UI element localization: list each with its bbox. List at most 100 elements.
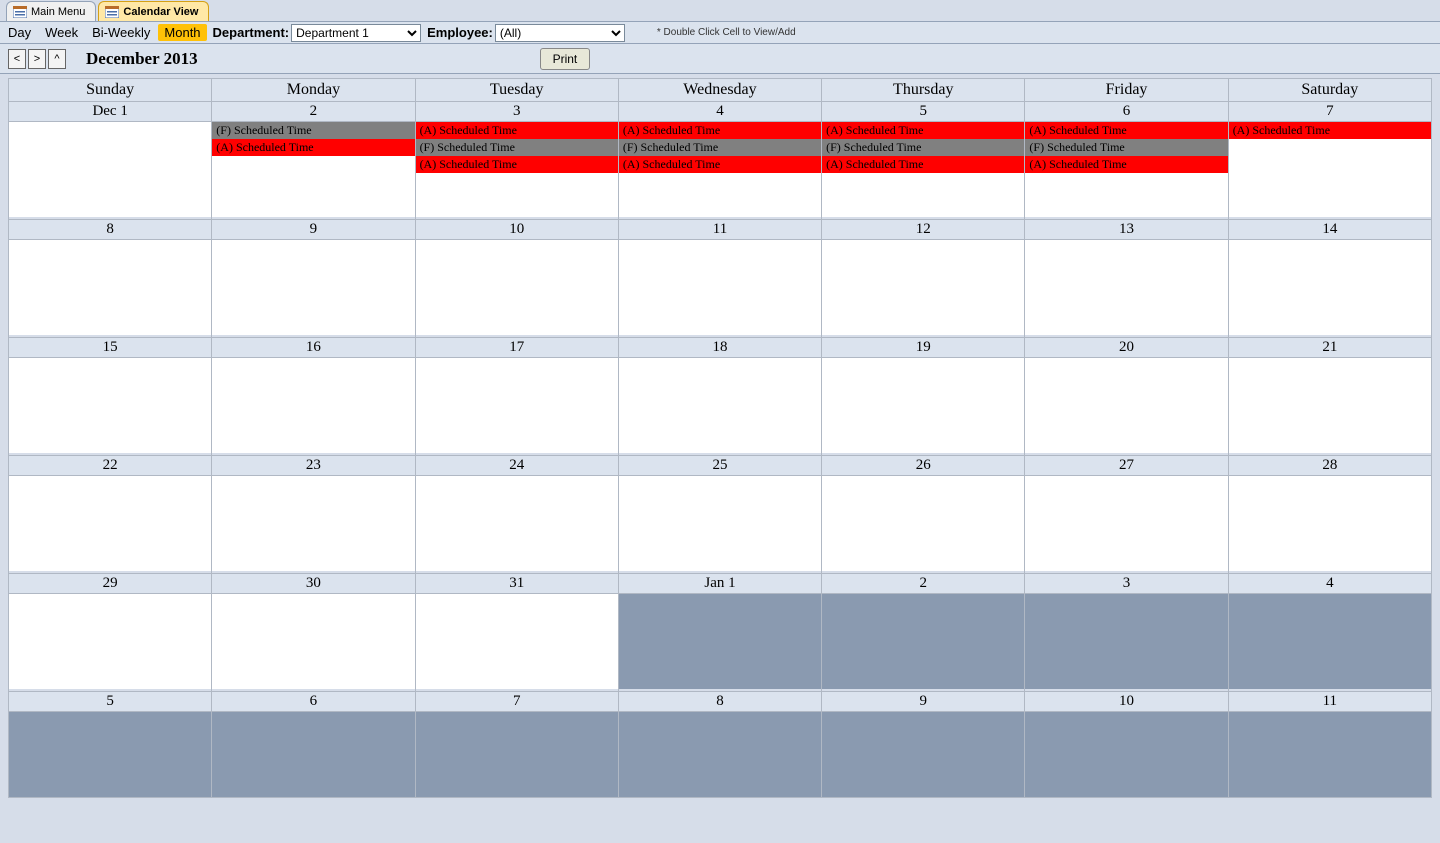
cell-body[interactable] <box>619 476 821 571</box>
calendar-cell[interactable]: 10 <box>415 220 618 338</box>
calendar-cell[interactable]: 25 <box>618 456 821 574</box>
cell-body[interactable] <box>1229 712 1431 797</box>
cell-body[interactable] <box>619 594 821 689</box>
cell-body[interactable]: (A) Scheduled Time(F) Scheduled Time(A) … <box>822 122 1024 217</box>
cell-body[interactable] <box>9 476 211 571</box>
scheduled-event[interactable]: (F) Scheduled Time <box>212 122 414 139</box>
scheduled-event[interactable]: (A) Scheduled Time <box>1025 156 1227 173</box>
cell-body[interactable] <box>9 122 211 217</box>
calendar-cell[interactable]: 6(A) Scheduled Time(F) Scheduled Time(A)… <box>1025 102 1228 220</box>
calendar-cell[interactable]: 3 <box>1025 574 1228 692</box>
calendar-cell[interactable]: 14 <box>1228 220 1431 338</box>
calendar-cell[interactable]: 11 <box>618 220 821 338</box>
scheduled-event[interactable]: (F) Scheduled Time <box>1025 139 1227 156</box>
calendar-cell[interactable]: 15 <box>9 338 212 456</box>
cell-body[interactable] <box>1025 240 1227 335</box>
calendar-cell[interactable]: 2 <box>822 574 1025 692</box>
department-select[interactable]: Department 1 <box>291 24 421 42</box>
calendar-cell[interactable]: 22 <box>9 456 212 574</box>
up-button[interactable]: ^ <box>48 49 66 69</box>
calendar-cell[interactable]: Jan 1 <box>618 574 821 692</box>
cell-body[interactable] <box>822 240 1024 335</box>
tab-calendar-view[interactable]: Calendar View <box>98 1 209 21</box>
scheduled-event[interactable]: (A) Scheduled Time <box>822 156 1024 173</box>
cell-body[interactable] <box>1229 594 1431 689</box>
cell-body[interactable]: (F) Scheduled Time(A) Scheduled Time <box>212 122 414 217</box>
calendar-cell[interactable]: 5 <box>9 692 212 798</box>
calendar-cell[interactable]: 23 <box>212 456 415 574</box>
view-month-button[interactable]: Month <box>158 24 206 41</box>
scheduled-event[interactable]: (A) Scheduled Time <box>1025 122 1227 139</box>
cell-body[interactable] <box>822 476 1024 571</box>
scheduled-event[interactable]: (F) Scheduled Time <box>416 139 618 156</box>
calendar-cell[interactable]: 8 <box>618 692 821 798</box>
cell-body[interactable] <box>212 594 414 689</box>
calendar-cell[interactable]: 26 <box>822 456 1025 574</box>
cell-body[interactable] <box>212 358 414 453</box>
calendar-cell[interactable]: 3(A) Scheduled Time(F) Scheduled Time(A)… <box>415 102 618 220</box>
calendar-cell[interactable]: 7(A) Scheduled Time <box>1228 102 1431 220</box>
cell-body[interactable] <box>1025 594 1227 689</box>
calendar-cell[interactable]: 27 <box>1025 456 1228 574</box>
scheduled-event[interactable]: (A) Scheduled Time <box>1229 122 1431 139</box>
cell-body[interactable] <box>416 476 618 571</box>
calendar-cell[interactable]: 8 <box>9 220 212 338</box>
cell-body[interactable]: (A) Scheduled Time <box>1229 122 1431 217</box>
scheduled-event[interactable]: (A) Scheduled Time <box>212 139 414 156</box>
cell-body[interactable] <box>9 594 211 689</box>
cell-body[interactable] <box>416 594 618 689</box>
cell-body[interactable] <box>619 358 821 453</box>
cell-body[interactable] <box>212 712 414 797</box>
view-week-button[interactable]: Week <box>39 24 84 41</box>
cell-body[interactable] <box>1025 476 1227 571</box>
cell-body[interactable] <box>1025 712 1227 797</box>
calendar-cell[interactable]: 29 <box>9 574 212 692</box>
prev-button[interactable]: < <box>8 49 26 69</box>
calendar-cell[interactable]: 16 <box>212 338 415 456</box>
calendar-cell[interactable]: 10 <box>1025 692 1228 798</box>
calendar-cell[interactable]: 7 <box>415 692 618 798</box>
calendar-cell[interactable]: 13 <box>1025 220 1228 338</box>
scheduled-event[interactable]: (F) Scheduled Time <box>822 139 1024 156</box>
calendar-cell[interactable]: 18 <box>618 338 821 456</box>
calendar-cell[interactable]: 4 <box>1228 574 1431 692</box>
cell-body[interactable] <box>1229 358 1431 453</box>
calendar-cell[interactable]: 4(A) Scheduled Time(F) Scheduled Time(A)… <box>618 102 821 220</box>
cell-body[interactable] <box>9 240 211 335</box>
calendar-cell[interactable]: 19 <box>822 338 1025 456</box>
calendar-cell[interactable]: 17 <box>415 338 618 456</box>
view-biweekly-button[interactable]: Bi-Weekly <box>86 24 156 41</box>
cell-body[interactable] <box>822 358 1024 453</box>
calendar-cell[interactable]: 11 <box>1228 692 1431 798</box>
cell-body[interactable]: (A) Scheduled Time(F) Scheduled Time(A) … <box>416 122 618 217</box>
calendar-cell[interactable]: 5(A) Scheduled Time(F) Scheduled Time(A)… <box>822 102 1025 220</box>
cell-body[interactable]: (A) Scheduled Time(F) Scheduled Time(A) … <box>1025 122 1227 217</box>
calendar-cell[interactable]: 31 <box>415 574 618 692</box>
cell-body[interactable] <box>822 712 1024 797</box>
cell-body[interactable] <box>1229 476 1431 571</box>
calendar-cell[interactable]: 9 <box>212 220 415 338</box>
calendar-cell[interactable]: 30 <box>212 574 415 692</box>
cell-body[interactable] <box>416 712 618 797</box>
calendar-cell[interactable]: 20 <box>1025 338 1228 456</box>
tab-main-menu[interactable]: Main Menu <box>6 1 96 21</box>
scheduled-event[interactable]: (A) Scheduled Time <box>416 122 618 139</box>
cell-body[interactable] <box>1025 358 1227 453</box>
employee-select[interactable]: (All) <box>495 24 625 42</box>
view-day-button[interactable]: Day <box>2 24 37 41</box>
cell-body[interactable] <box>9 358 211 453</box>
cell-body[interactable] <box>619 712 821 797</box>
cell-body[interactable] <box>822 594 1024 689</box>
calendar-cell[interactable]: 21 <box>1228 338 1431 456</box>
scheduled-event[interactable]: (A) Scheduled Time <box>822 122 1024 139</box>
calendar-cell[interactable]: 2(F) Scheduled Time(A) Scheduled Time <box>212 102 415 220</box>
cell-body[interactable] <box>1229 240 1431 335</box>
calendar-cell[interactable]: 28 <box>1228 456 1431 574</box>
cell-body[interactable] <box>9 712 211 797</box>
cell-body[interactable] <box>416 240 618 335</box>
cell-body[interactable]: (A) Scheduled Time(F) Scheduled Time(A) … <box>619 122 821 217</box>
cell-body[interactable] <box>416 358 618 453</box>
calendar-cell[interactable]: Dec 1 <box>9 102 212 220</box>
scheduled-event[interactable]: (A) Scheduled Time <box>416 156 618 173</box>
scheduled-event[interactable]: (A) Scheduled Time <box>619 122 821 139</box>
